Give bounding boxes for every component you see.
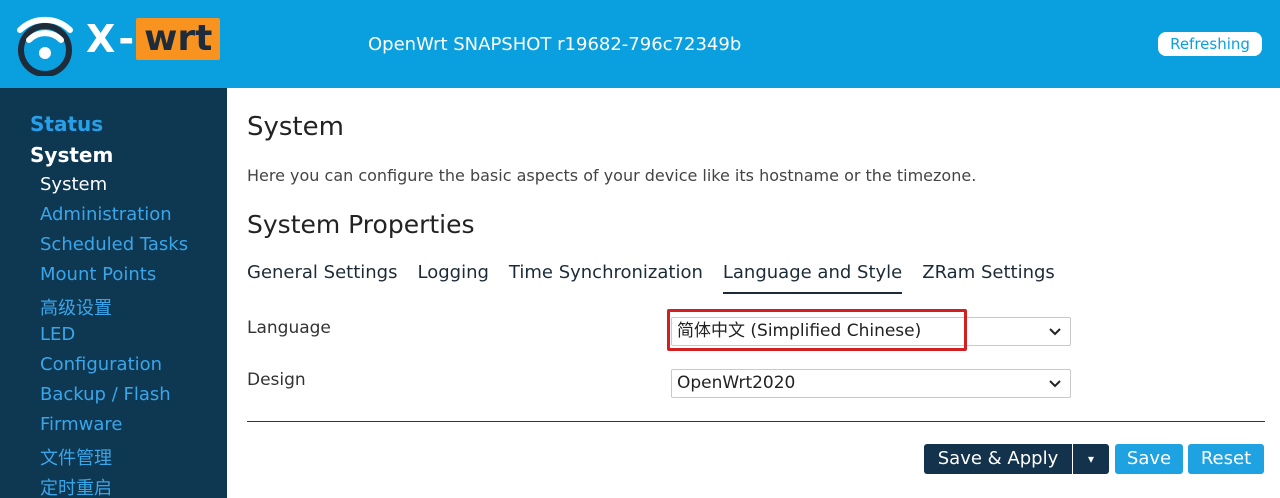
design-select-value: OpenWrt2020 (677, 373, 796, 393)
chevron-down-icon (1049, 328, 1061, 336)
save-apply-button[interactable]: Save & Apply (924, 444, 1072, 474)
design-label: Design (247, 370, 306, 390)
section-divider (247, 421, 1265, 422)
brand-logo: X - wrt (86, 16, 221, 62)
tab-general-settings[interactable]: General Settings (247, 262, 398, 294)
page-title: System (247, 112, 344, 142)
highlight-box (667, 309, 967, 351)
sidebar-subitem-administration[interactable]: Administration (40, 204, 172, 225)
sidebar-subitem-backup-flash[interactable]: Backup / Flash (40, 384, 171, 405)
tab-logging[interactable]: Logging (418, 262, 489, 294)
chevron-down-icon (1049, 380, 1061, 388)
main-content: System Here you can configure the basic … (227, 88, 1280, 498)
logo-x-text: X (86, 17, 117, 61)
sidebar-subitem-led[interactable]: LED (40, 324, 75, 345)
sidebar-subitem-file-manager[interactable]: 文件管理 (40, 444, 112, 470)
sidebar-subitem-system[interactable]: System (40, 174, 107, 195)
language-label: Language (247, 318, 331, 338)
sidebar-subitem-mount-points[interactable]: Mount Points (40, 264, 156, 285)
refreshing-indicator-button[interactable]: Refreshing (1158, 32, 1262, 56)
save-apply-dropdown-button[interactable]: ▾ (1073, 444, 1109, 474)
page-description: Here you can configure the basic aspects… (247, 166, 977, 185)
sidebar-subitem-scheduled-tasks[interactable]: Scheduled Tasks (40, 234, 188, 255)
tab-language-and-style[interactable]: Language and Style (722, 262, 903, 294)
reset-button[interactable]: Reset (1188, 444, 1264, 474)
firmware-version: OpenWrt SNAPSHOT r19682-796c72349b (368, 34, 742, 55)
sidebar-subitem-firmware[interactable]: Firmware (40, 414, 123, 435)
wifi-logo-icon (17, 16, 73, 76)
sidebar-subitem-advanced-settings[interactable]: 高级设置 (40, 294, 112, 320)
sidebar-subitem-configuration[interactable]: Configuration (40, 354, 162, 375)
sidebar-subitem-scheduled-reboot[interactable]: 定时重启 (40, 474, 112, 498)
sidebar-nav: Status System System Administration Sche… (0, 88, 227, 498)
tab-bar: General Settings Logging Time Synchroniz… (247, 262, 1075, 296)
logo-wrt-text: wrt (136, 18, 221, 60)
section-title: System Properties (247, 210, 475, 239)
design-select[interactable]: OpenWrt2020 (671, 369, 1071, 398)
sidebar-item-status[interactable]: Status (30, 112, 103, 136)
save-button[interactable]: Save (1115, 444, 1183, 474)
tab-zram-settings[interactable]: ZRam Settings (922, 262, 1055, 294)
sidebar-item-system[interactable]: System (30, 143, 113, 167)
header-bar: X - wrt OpenWrt SNAPSHOT r19682-796c7234… (0, 0, 1280, 88)
tab-time-synchronization[interactable]: Time Synchronization (509, 262, 703, 294)
